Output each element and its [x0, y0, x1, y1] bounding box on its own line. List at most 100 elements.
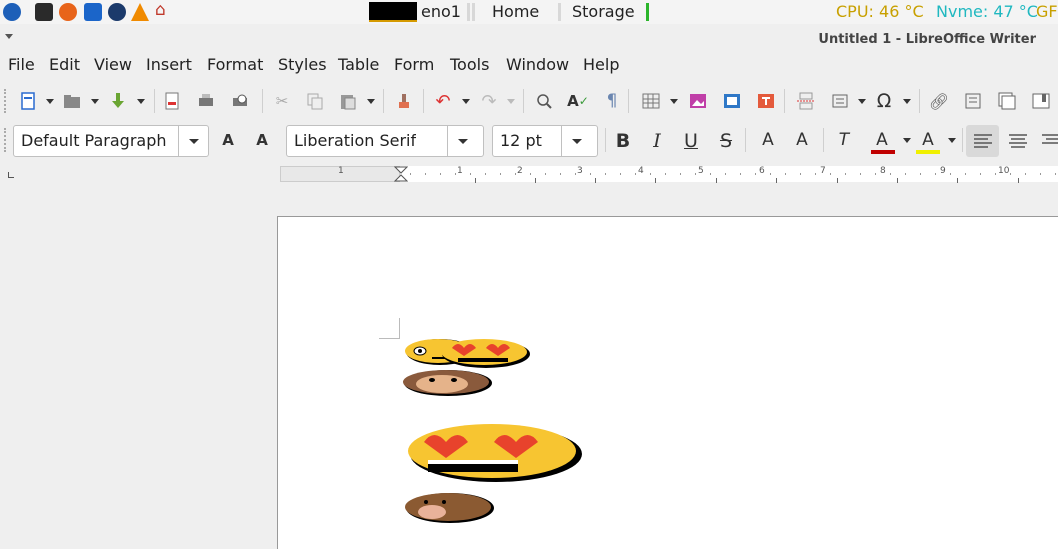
- cut-icon[interactable]: ✂: [272, 91, 292, 111]
- highlight-dropdown-icon[interactable]: [948, 138, 956, 143]
- page-break-icon[interactable]: [796, 91, 816, 111]
- subscript-icon[interactable]: A: [792, 130, 812, 150]
- print-icon[interactable]: [196, 91, 216, 111]
- shield-app-icon[interactable]: [84, 3, 102, 21]
- firefox-icon[interactable]: [59, 3, 77, 21]
- font-size-combo[interactable]: 12 pt: [492, 125, 598, 157]
- redo-dropdown-icon[interactable]: [507, 99, 515, 104]
- paragraph-style-dropdown-icon[interactable]: [178, 126, 208, 156]
- new-style-icon[interactable]: A: [252, 130, 272, 150]
- italic-button[interactable]: I: [646, 130, 668, 152]
- monkey-face-emoji[interactable]: [402, 368, 498, 400]
- ruler-tick: [740, 173, 741, 175]
- align-center-button[interactable]: [1002, 125, 1035, 157]
- underline-button[interactable]: U: [680, 130, 702, 152]
- bear-face-emoji[interactable]: [402, 490, 498, 526]
- clear-formatting-icon[interactable]: T: [834, 130, 854, 150]
- footnote-icon[interactable]: [963, 91, 983, 111]
- menu-tools[interactable]: Tools: [450, 55, 489, 74]
- bold-button[interactable]: B: [612, 130, 634, 152]
- menu-window[interactable]: Window: [506, 55, 569, 74]
- formatting-marks-icon[interactable]: ¶: [602, 91, 622, 111]
- places-home[interactable]: Home: [492, 2, 539, 22]
- menu-edit[interactable]: Edit: [49, 55, 80, 74]
- indent-marker-icon[interactable]: [394, 166, 408, 182]
- copy-icon[interactable]: [305, 91, 325, 111]
- font-color-icon[interactable]: A: [872, 130, 892, 150]
- strikethrough-button[interactable]: S: [715, 130, 737, 152]
- insert-table-icon[interactable]: [641, 91, 661, 111]
- undo-dropdown-icon[interactable]: [462, 99, 470, 104]
- open-dropdown-icon[interactable]: [91, 99, 99, 104]
- toolbar-handle[interactable]: [4, 128, 6, 152]
- ruler-number: 8: [880, 166, 886, 176]
- steam-icon[interactable]: [108, 3, 126, 21]
- field-dropdown-icon[interactable]: [858, 99, 866, 104]
- hyperlink-icon[interactable]: 🔗︎: [929, 91, 949, 111]
- export-pdf-icon[interactable]: [162, 91, 182, 111]
- insert-chart-icon[interactable]: [722, 91, 742, 111]
- menu-insert[interactable]: Insert: [146, 55, 192, 74]
- menu-format[interactable]: Format: [207, 55, 263, 74]
- standard-toolbar: ✂ ↶ ↷ A ✓ ¶ Ω 🔗︎: [0, 83, 1058, 119]
- save-dropdown-icon[interactable]: [137, 99, 145, 104]
- paste-dropdown-icon[interactable]: [367, 99, 375, 104]
- ruler-tick: [635, 173, 636, 175]
- toolbar-handle[interactable]: [4, 89, 6, 113]
- align-center-icon: [1009, 134, 1027, 148]
- app-launcher-icon[interactable]: [3, 3, 21, 21]
- undo-icon[interactable]: ↶: [433, 91, 453, 112]
- ruler-tick: [680, 173, 681, 175]
- special-character-icon[interactable]: Ω: [874, 90, 894, 112]
- bookmark-icon[interactable]: [1031, 91, 1051, 111]
- menu-table[interactable]: Table: [338, 55, 379, 74]
- insert-field-icon[interactable]: [830, 91, 850, 111]
- new-dropdown-icon[interactable]: [46, 99, 54, 104]
- redo-icon[interactable]: ↷: [479, 91, 499, 112]
- ruler-tick: [980, 173, 981, 175]
- heart-eyes-emoji-large[interactable]: [406, 420, 586, 486]
- separator: [628, 89, 629, 113]
- heart-eyes-emoji[interactable]: [438, 336, 534, 372]
- menu-styles[interactable]: Styles: [278, 55, 327, 74]
- window-menu-arrow-icon[interactable]: [5, 34, 13, 39]
- menu-view[interactable]: View: [94, 55, 132, 74]
- terminal-icon[interactable]: [35, 3, 53, 21]
- menu-form[interactable]: Form: [394, 55, 434, 74]
- menu-file[interactable]: File: [8, 55, 35, 74]
- clone-formatting-icon[interactable]: [394, 91, 414, 111]
- vlc-icon[interactable]: [131, 3, 149, 21]
- insert-textbox-icon[interactable]: [756, 91, 776, 111]
- ruler-number: 5: [698, 166, 704, 176]
- tab-type-selector[interactable]: [8, 172, 14, 178]
- font-size-dropdown-icon[interactable]: [561, 126, 597, 156]
- special-character-dropdown-icon[interactable]: [903, 99, 911, 104]
- find-replace-icon[interactable]: [534, 91, 554, 111]
- font-name-dropdown-icon[interactable]: [447, 126, 483, 156]
- places-storage[interactable]: Storage: [572, 2, 635, 22]
- align-right-button[interactable]: [1038, 125, 1058, 157]
- new-document-icon[interactable]: [18, 91, 38, 111]
- home-folder-icon[interactable]: ⌂: [155, 0, 173, 20]
- menu-help[interactable]: Help: [583, 55, 619, 74]
- ruler-tick: [875, 173, 876, 175]
- table-dropdown-icon[interactable]: [670, 99, 678, 104]
- save-download-icon[interactable]: [108, 91, 128, 111]
- endnote-icon[interactable]: [997, 91, 1017, 111]
- ruler-tick: [845, 173, 846, 175]
- open-folder-icon[interactable]: [62, 91, 82, 111]
- spelling-icon[interactable]: A ✓: [567, 91, 589, 111]
- superscript-icon[interactable]: A: [758, 130, 778, 150]
- highlight-icon[interactable]: A: [918, 130, 938, 150]
- font-color-dropdown-icon[interactable]: [903, 138, 911, 143]
- ruler-tick: [1010, 173, 1011, 175]
- print-preview-icon[interactable]: [230, 91, 250, 111]
- paragraph-style-combo[interactable]: Default Paragraph Style: [13, 125, 209, 157]
- insert-image-icon[interactable]: [688, 91, 708, 111]
- ruler-number: 7: [820, 166, 826, 176]
- update-style-icon[interactable]: A: [218, 130, 238, 150]
- paste-icon[interactable]: [338, 91, 358, 111]
- document-page[interactable]: [277, 216, 1058, 549]
- font-name-combo[interactable]: Liberation Serif: [286, 125, 484, 157]
- align-left-button[interactable]: [966, 125, 999, 157]
